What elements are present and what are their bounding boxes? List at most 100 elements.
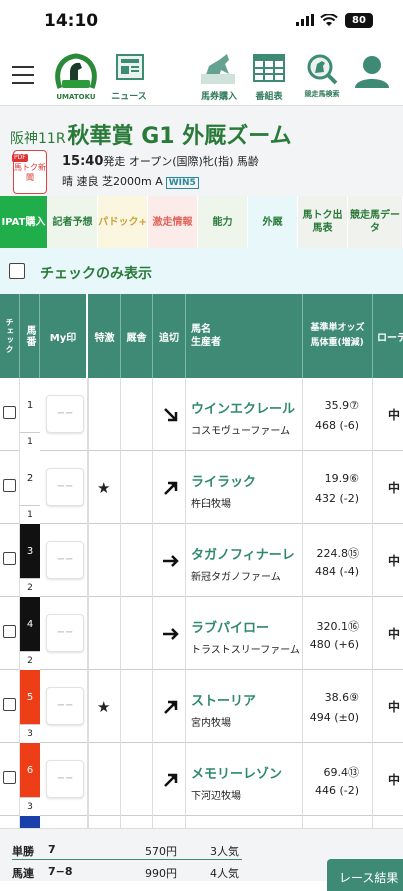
race-conditions: 発走 オープン(国際)牝(指) 馬齢	[103, 155, 259, 168]
horse-number: 2	[20, 651, 40, 670]
rotation: 中	[388, 554, 401, 568]
odds: 38.6⑨	[324, 691, 359, 704]
row-checkbox[interactable]	[3, 771, 16, 784]
horse-name-link[interactable]: ストーリア	[191, 690, 256, 709]
nav-program[interactable]: 番組表	[249, 52, 289, 102]
table-row[interactable]: 4 2 −− ラブパイロー トラストスリーファーム 320.1⑯ 480 (+6) 中	[0, 597, 403, 670]
body-weight: 446 (-2)	[314, 784, 359, 797]
horse-number: 1	[20, 432, 40, 451]
horse-number: 3	[20, 724, 40, 743]
clock: 14:10	[44, 11, 99, 31]
win5-badge[interactable]: WIN5	[165, 177, 199, 189]
horse-ticket-icon	[201, 54, 235, 84]
table-row[interactable]: 1 1 −− ウインエクレール コスモヴューファーム 35.9⑦ 468 (-6) 中	[0, 378, 403, 451]
breeder: 下河辺牧場	[191, 791, 241, 802]
menu-icon[interactable]	[12, 66, 34, 84]
special-cell	[89, 378, 121, 451]
user-icon	[355, 56, 389, 88]
pdf-label: 馬トク新聞	[14, 163, 46, 182]
trend-arrow-icon	[163, 628, 179, 640]
umatoku-logo[interactable]: UMATOKU	[52, 52, 100, 102]
header-horse-name: 馬名 生産者	[186, 294, 303, 378]
row-checkbox[interactable]	[3, 552, 16, 565]
body-weight: 494 (±0)	[309, 711, 359, 724]
nav-account[interactable]	[352, 52, 392, 102]
stable-cell	[121, 743, 153, 816]
table-row[interactable]: 5 3 −− ★ ストーリア 宮内牧場 38.6⑨ 494 (±0) 中	[0, 670, 403, 743]
check-only-checkbox[interactable]	[9, 263, 25, 279]
breeder: コスモヴューファーム	[191, 426, 291, 437]
race-result-button[interactable]: レース結果	[327, 859, 403, 891]
my-mark-select[interactable]: −−	[46, 541, 84, 579]
waku-number: 4	[20, 597, 40, 651]
special-star: ★	[97, 698, 111, 716]
entry-table: 1 1 −− ウインエクレール コスモヴューファーム 35.9⑦ 468 (-6) 中 2 1 −−…	[0, 378, 403, 828]
race-info-track: 晴 速良 芝2000m A WIN5	[62, 173, 199, 189]
header-stable: 厩舎	[121, 294, 153, 378]
rotation: 中	[388, 627, 401, 641]
table-row[interactable]: 2 1 −− ★ ライラック 杵臼牧場 19.9⑥ 432 (-2) 中	[0, 451, 403, 524]
special-cell	[89, 816, 121, 828]
waku-number: 3	[20, 524, 40, 578]
breeder: 宮内牧場	[191, 718, 231, 729]
payout-row: 単勝 7 570円 3人気	[12, 840, 242, 860]
nav-news[interactable]: ニュース	[107, 52, 151, 102]
row-checkbox[interactable]	[3, 698, 16, 711]
table-row[interactable]: 3 2 −− タガノフィナーレ 新冠タガノファーム 224.8⑮ 484 (-4) 中	[0, 524, 403, 597]
stable-cell	[121, 597, 153, 670]
tab-7[interactable]: 馬トク出馬表	[298, 196, 348, 248]
my-mark-select[interactable]: −−	[46, 760, 84, 798]
rotation: 中	[388, 481, 401, 495]
my-mark-select[interactable]: −−	[46, 614, 84, 652]
stable-cell	[121, 451, 153, 524]
tab-6[interactable]: 外厩	[248, 196, 298, 248]
my-mark-select[interactable]: −−	[46, 687, 84, 725]
status-bar: 14:10 80	[0, 0, 403, 44]
battery-icon: 80	[345, 13, 373, 28]
my-mark-select[interactable]: −−	[46, 395, 84, 433]
trend-arrow-icon	[163, 555, 179, 567]
tab-4[interactable]: 激走情報	[148, 196, 198, 248]
my-mark-select[interactable]: −−	[46, 468, 84, 506]
start-time: 15:40	[62, 154, 104, 169]
check-only-toggle[interactable]: チェックのみ表示	[0, 248, 403, 294]
calendar-grid-icon	[253, 54, 285, 82]
special-cell	[89, 597, 121, 670]
tab-8[interactable]: 競走馬データ	[348, 196, 403, 248]
payout-row: 馬連 7−8 990円 4人気	[12, 862, 242, 882]
horse-name-link[interactable]: タガノフィナーレ	[191, 544, 295, 563]
race-number: 阪神11R	[10, 131, 66, 147]
table-row[interactable]	[0, 816, 403, 828]
tab-3[interactable]: パドック+	[98, 196, 148, 248]
horse-name-link[interactable]: ウインエクレール	[191, 398, 295, 417]
stable-cell	[121, 816, 153, 828]
track-conditions: 晴 速良 芝2000m A	[62, 175, 163, 188]
trend-arrow-icon	[164, 700, 178, 714]
horse-name-link[interactable]: ライラック	[191, 471, 256, 490]
nav-buy-ticket[interactable]: 馬券購入	[197, 52, 241, 102]
row-checkbox[interactable]	[3, 406, 16, 419]
tab-1[interactable]: IPAT購入	[0, 196, 48, 248]
row-checkbox[interactable]	[3, 625, 16, 638]
pdf-tag: PDF	[12, 154, 28, 162]
waku-number	[20, 816, 40, 828]
odds: 19.9⑥	[324, 472, 359, 485]
header-my-mark: My印	[40, 294, 88, 378]
nav-horse-search[interactable]: 競走馬検索	[302, 52, 342, 102]
horse-number: 2	[20, 578, 40, 597]
payout-type: 単勝	[12, 845, 34, 858]
pdf-newspaper-button[interactable]: PDF 馬トク新聞	[12, 150, 47, 194]
tab-2[interactable]: 記者予想	[48, 196, 98, 248]
table-row[interactable]: 6 3 −− メモリーレゾン 下河辺牧場 69.4⑬ 446 (-2) 中	[0, 743, 403, 816]
body-weight: 480 (+6)	[309, 638, 359, 651]
row-checkbox[interactable]	[3, 479, 16, 492]
app-header: UMATOKU ニュース 馬券購入 番組表 競走馬検索	[0, 44, 403, 106]
stable-cell	[121, 670, 153, 743]
payout-panel: 単勝 7 570円 3人気 馬連 7−8 990円 4人気 レース結果	[0, 828, 403, 891]
waku-number: 2	[20, 451, 40, 505]
stable-cell	[121, 378, 153, 451]
payout-type: 馬連	[12, 867, 34, 880]
horse-name-link[interactable]: メモリーレゾン	[191, 763, 282, 782]
horse-name-link[interactable]: ラブパイロー	[191, 617, 269, 636]
tab-5[interactable]: 能力	[198, 196, 248, 248]
